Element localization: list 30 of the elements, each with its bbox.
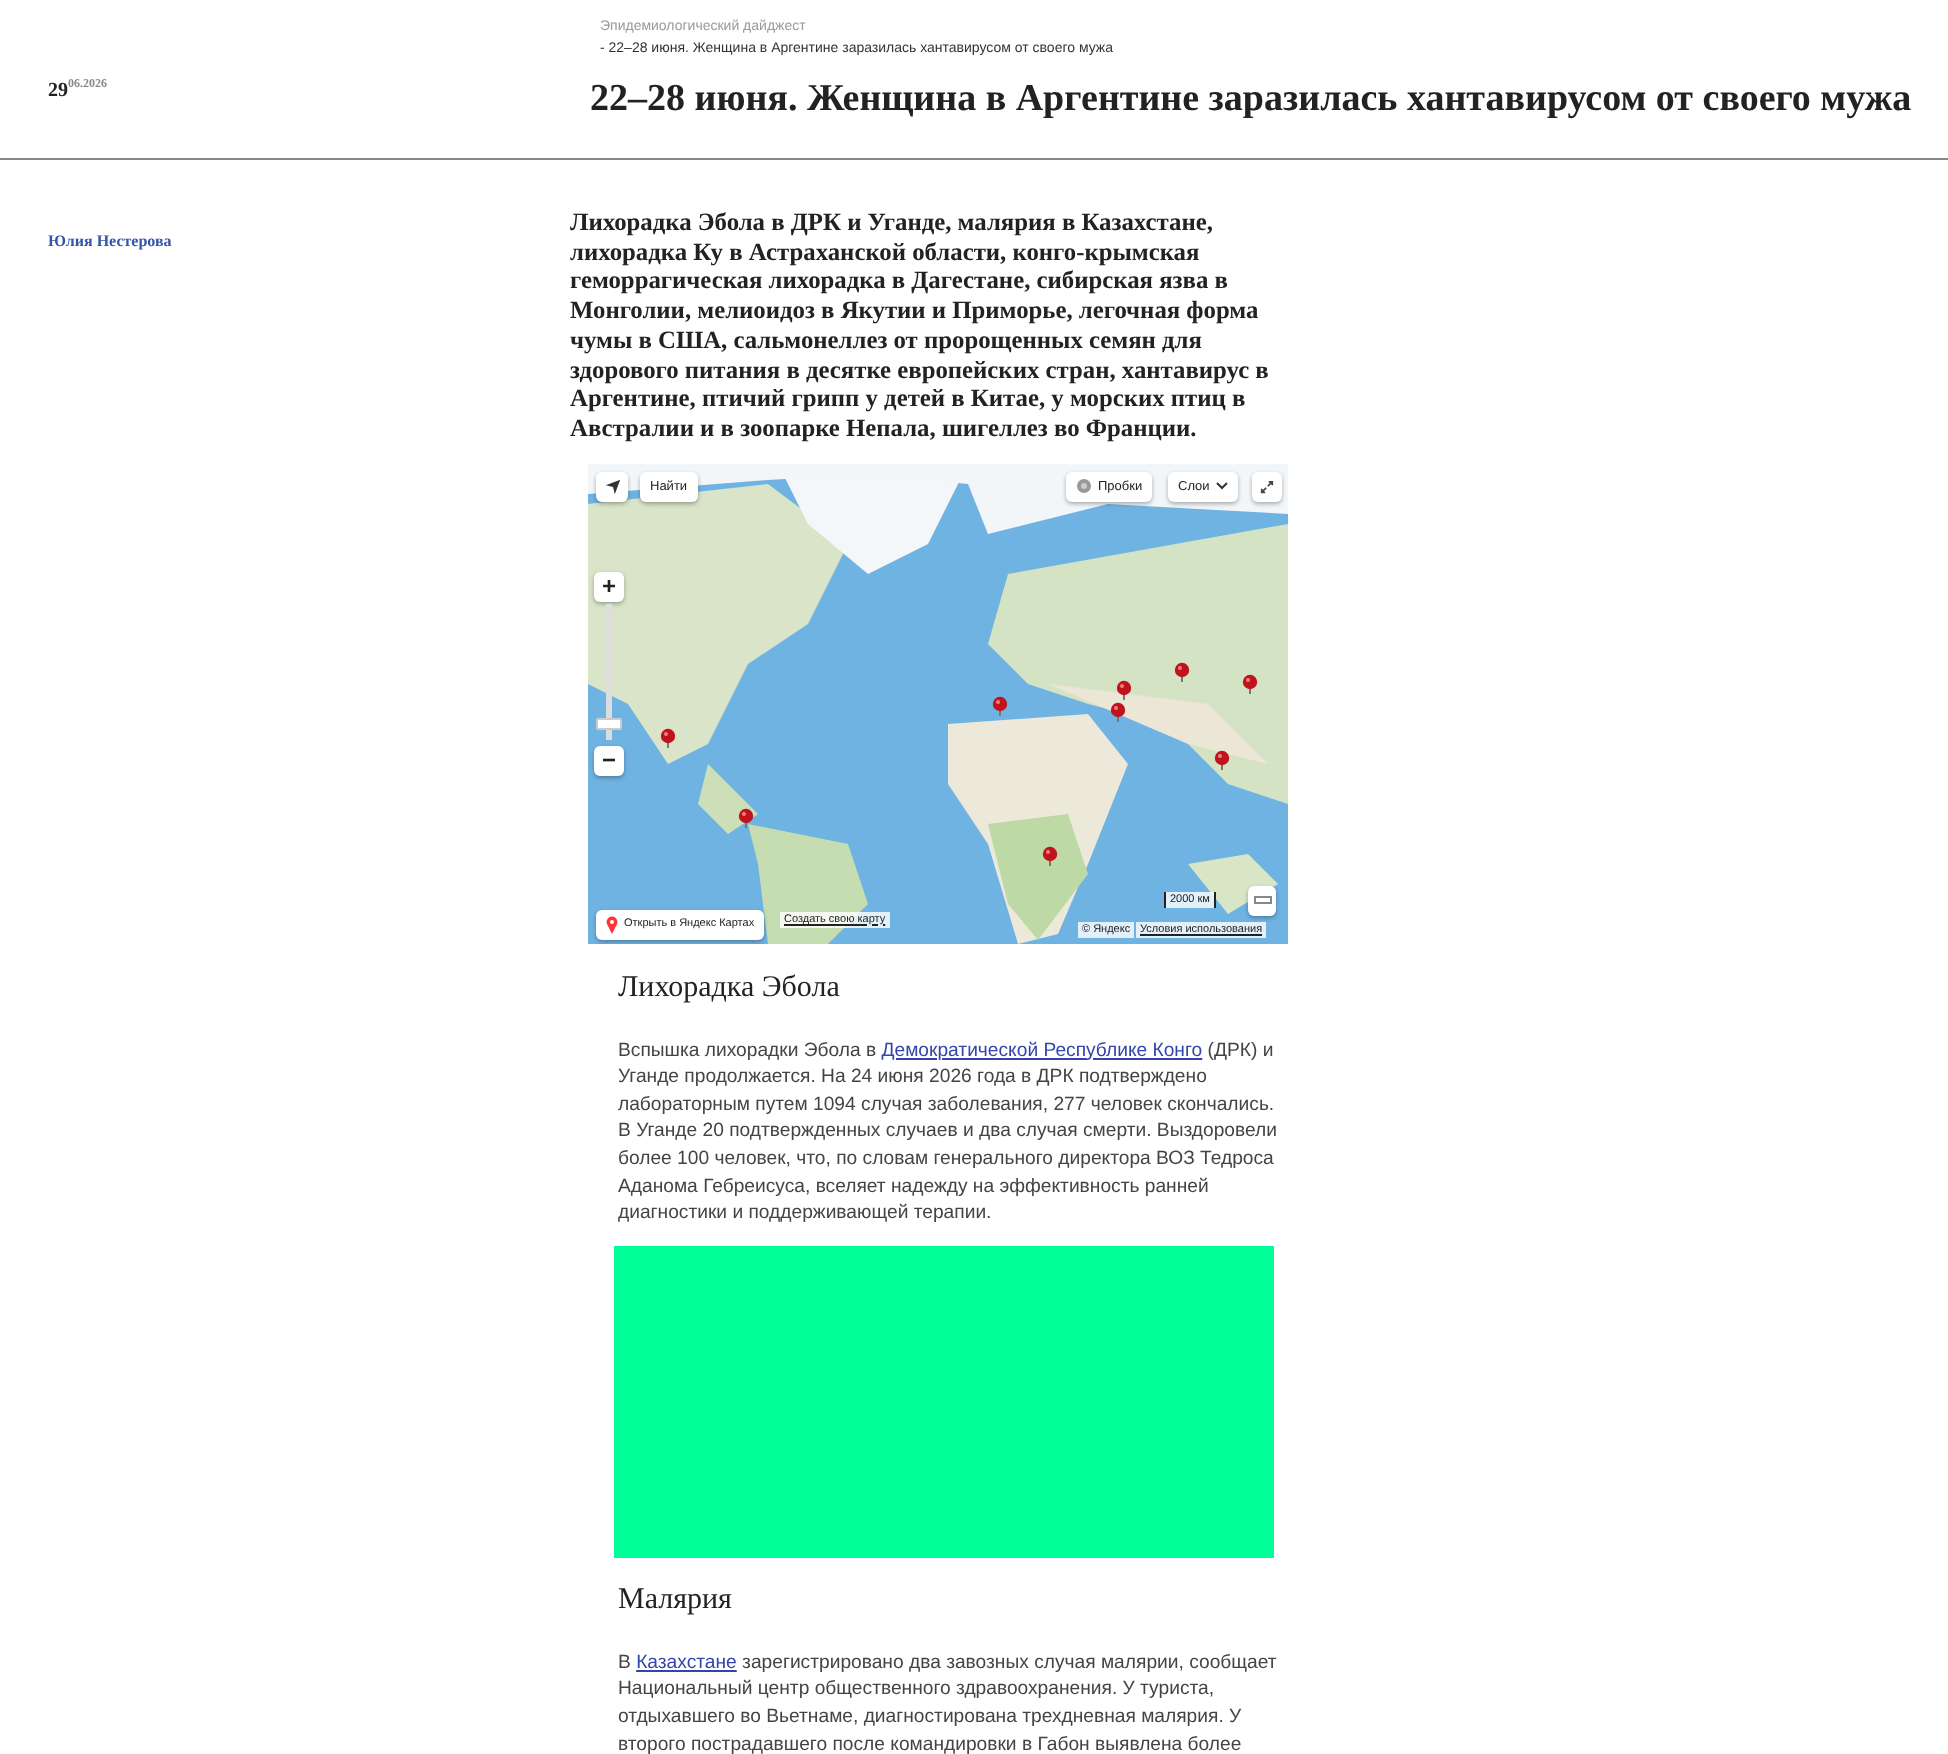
- map-pin-icon[interactable]: [660, 727, 676, 748]
- map-pin-icon[interactable]: [738, 807, 754, 828]
- map-pin-icon[interactable]: [1042, 845, 1058, 866]
- section-heading: Малярия: [618, 1581, 734, 1618]
- zoom-out-button[interactable]: −: [594, 745, 624, 776]
- map-pin-icon[interactable]: [992, 695, 1008, 716]
- article-title: 22–28 июня. Женщина в Аргентине заразилась хантавирусом от своего мужа: [590, 78, 1912, 124]
- zoom-in-button[interactable]: +: [594, 571, 624, 602]
- ruler-button[interactable]: [1248, 885, 1276, 916]
- map-pin-icon[interactable]: [1242, 673, 1258, 694]
- locate-button[interactable]: [596, 471, 628, 502]
- map-pin-icon[interactable]: [1116, 679, 1132, 700]
- paragraph: Вспышка лихорадки Эбола в Демократической Республике Конго (ДРК) и Уганде продолжается. На 24 июня 2026 года в ДРК подтверждено лабораторным путем 1094 случая заболевания, 277 человек скончались. В Уганде 20 подтвержденных случаев и два случая смерти. Выздоровели более 100 человек, что, по словам генерального директора ВОЗ Тедроса Аданома Гебреисуса, вселяет надежду на эффективность ранней диагностики и поддерживающей терапии.: [618, 1037, 1278, 1228]
- expand-icon: [1260, 479, 1274, 494]
- fullscreen-button[interactable]: [1252, 471, 1282, 502]
- map-pin-icon[interactable]: [1110, 701, 1126, 722]
- map-pin-icon[interactable]: [1214, 749, 1230, 770]
- lead-paragraph: Лихорадка Эбола в ДРК и Уганде, малярия в Казахстане, лихорадка Ку в Астраханской области, конго-крымская геморрагическая лихорадка в Дагестане, сибирская язва в Монголии, мелиоидоз в Якутии и Приморье, легочная форма чумы в США, сальмонеллез от пророщенных семян для здорового питания в десятке европейских стран, хантавирус в Аргентине, птичий грипп у детей в Китае, у морских птиц в Австралии и в зоопарке Непала, шигеллез во Франции.: [570, 208, 1270, 444]
- text-link[interactable]: Казахстане: [636, 1651, 737, 1674]
- map-pin-icon[interactable]: [1174, 661, 1190, 682]
- traffic-icon: [1076, 478, 1092, 495]
- navigation-arrow-icon: [603, 477, 621, 496]
- location-pin-icon: [606, 915, 618, 934]
- paragraph: В Казахстане зарегистрировано два завозных случая малярии, сообщает Национальный центр общественного здравоохранения. У туриста, отдыхавшего во Вьетнаме, диагностирована трехдневная малярия. У второго пострадавшего после командировки в Габон выявлена более: [618, 1649, 1278, 1754]
- text-link[interactable]: Демократической Республике Конго: [881, 1039, 1203, 1062]
- ruler-icon: [1253, 896, 1271, 905]
- date-text: 29$^{06.2026}$: [48, 77, 107, 106]
- caret-icon: [1215, 482, 1228, 491]
- section-heading: Лихорадка Эбола: [618, 969, 842, 1006]
- author-link[interactable]: Юлия Нестерова: [48, 232, 172, 250]
